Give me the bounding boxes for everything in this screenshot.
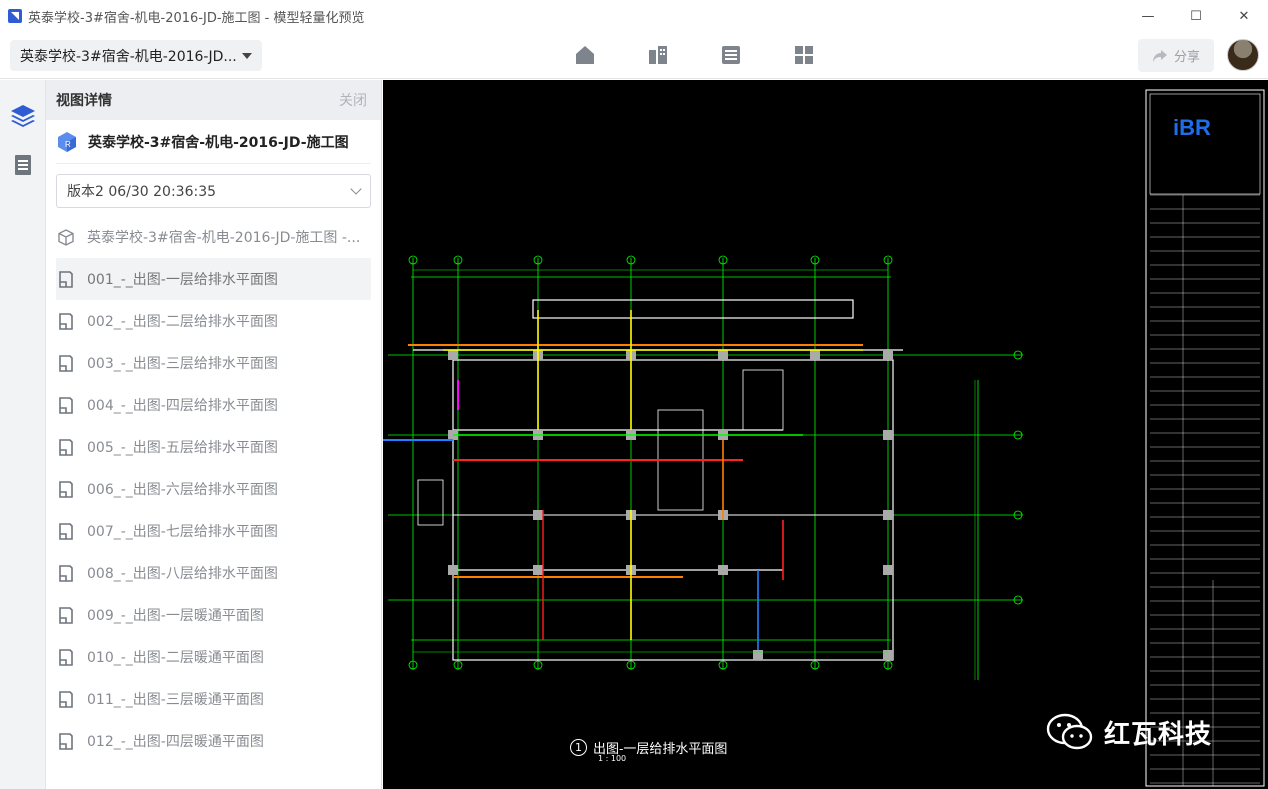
list-item-label: 003_-_出图-三层给排水平面图 (87, 356, 278, 372)
chevron-down-icon (350, 183, 362, 195)
layers-button[interactable] (0, 94, 46, 136)
share-button[interactable]: 分享 (1138, 39, 1214, 72)
drawing-icon (59, 690, 73, 708)
list-item-label: 004_-_出图-四层给排水平面图 (87, 398, 278, 414)
list-item[interactable]: 006_-_出图-六层给排水平面图 (56, 468, 371, 510)
list-item[interactable]: 011_-_出图-三层暖通平面图 (56, 678, 371, 720)
drawing-icon (59, 732, 73, 750)
list-item-label: 001_-_出图-一层给排水平面图 (87, 272, 278, 288)
list-item[interactable]: 英泰学校-3#宿舍-机电-2016-JD-施工图 -... (56, 216, 371, 258)
cube-icon (58, 228, 74, 246)
left-rail (0, 80, 46, 789)
list-item-label: 010_-_出图-二层暖通平面图 (87, 650, 264, 666)
model-file-icon: R (58, 131, 76, 152)
share-label: 分享 (1173, 50, 1200, 65)
list-item-label: 009_-_出图-一层暖通平面图 (87, 608, 264, 624)
floor-plan-drawing[interactable]: iBR (383, 80, 1268, 789)
drawing-icon (59, 564, 73, 582)
list-item[interactable]: 010_-_出图-二层暖通平面图 (56, 636, 371, 678)
list-item[interactable]: 004_-_出图-四层给排水平面图 (56, 384, 371, 426)
drawing-icon (59, 606, 73, 624)
project-dropdown[interactable]: 英泰学校-3#宿舍-机电-2016-JD... (10, 40, 262, 71)
document-icon (15, 155, 31, 175)
model-name: 英泰学校-3#宿舍-机电-2016-JD-施工图 (88, 134, 349, 151)
title-bar: 英泰学校-3#宿舍-机电-2016-JD-施工图 - 模型轻量化预览 — ☐ ✕ (0, 0, 1268, 32)
list-item-label: 011_-_出图-三层暖通平面图 (87, 692, 264, 708)
close-window-button[interactable]: ✕ (1220, 0, 1268, 32)
wechat-icon (1046, 713, 1093, 750)
drawing-icon (59, 438, 73, 456)
drawing-icon (59, 396, 73, 414)
home-icon[interactable] (572, 42, 598, 68)
caret-down-icon (242, 52, 252, 59)
drawing-icon (59, 480, 73, 498)
list-item[interactable]: 008_-_出图-八层给排水平面图 (56, 552, 371, 594)
grid-icon[interactable] (791, 42, 817, 68)
cad-viewer[interactable]: iBR (383, 80, 1268, 789)
drawing-icon (59, 648, 73, 666)
drawing-title-block: 1 出图-一层给排水平面图 (570, 738, 727, 757)
drawing-icon (59, 312, 73, 330)
list-item-label: 008_-_出图-八层给排水平面图 (87, 566, 278, 582)
panel-header: 视图详情 关闭 (46, 80, 381, 120)
drawing-number: 1 (570, 739, 587, 756)
document-button[interactable] (0, 144, 46, 186)
view-details-panel: 视图详情 关闭 R 英泰学校-3#宿舍-机电-2016-JD-施工图 版本2 0… (46, 80, 382, 789)
list-item[interactable]: 009_-_出图-一层暖通平面图 (56, 594, 371, 636)
window-controls: — ☐ ✕ (1124, 0, 1268, 32)
list-item-label: 英泰学校-3#宿舍-机电-2016-JD-施工图 -... (87, 230, 361, 246)
drawing-icon (59, 354, 73, 372)
svg-text:iBR: iBR (1173, 115, 1211, 140)
app-logo-icon (8, 9, 22, 23)
building-icon[interactable] (645, 42, 671, 68)
list-item-label: 012_-_出图-四层暖通平面图 (87, 734, 264, 750)
version-dropdown[interactable]: 版本2 06/30 20:36:35 (56, 174, 371, 208)
list-item[interactable]: 003_-_出图-三层给排水平面图 (56, 342, 371, 384)
watermark: 红瓦科技 (1046, 712, 1212, 752)
list-item[interactable]: 001_-_出图-一层给排水平面图 (56, 258, 371, 300)
window-title: 英泰学校-3#宿舍-机电-2016-JD-施工图 - 模型轻量化预览 (28, 10, 365, 26)
minimize-button[interactable]: — (1124, 0, 1172, 32)
view-mode-icons (572, 42, 864, 68)
svg-text:R: R (65, 140, 71, 149)
list-item-label: 007_-_出图-七层给排水平面图 (87, 524, 278, 540)
panel-close-button[interactable]: 关闭 (339, 90, 367, 110)
model-header: R 英泰学校-3#宿舍-机电-2016-JD-施工图 (56, 120, 371, 164)
list-item-label: 006_-_出图-六层给排水平面图 (87, 482, 278, 498)
list-item[interactable]: 012_-_出图-四层暖通平面图 (56, 720, 371, 762)
share-icon (1152, 49, 1167, 62)
panel-title: 视图详情 (56, 93, 112, 109)
layers-icon (11, 105, 35, 127)
view-list: 英泰学校-3#宿舍-机电-2016-JD-施工图 -... 001_-_出图-一层… (46, 216, 381, 762)
drawing-scale: 1 : 100 (598, 754, 627, 763)
list-item[interactable]: 005_-_出图-五层给排水平面图 (56, 426, 371, 468)
list-item[interactable]: 007_-_出图-七层给排水平面图 (56, 510, 371, 552)
list-item-label: 005_-_出图-五层给排水平面图 (87, 440, 278, 456)
maximize-button[interactable]: ☐ (1172, 0, 1220, 32)
avatar[interactable] (1227, 39, 1259, 71)
list-item[interactable]: 002_-_出图-二层给排水平面图 (56, 300, 371, 342)
drawing-icon (59, 270, 73, 288)
version-label: 版本2 06/30 20:36:35 (67, 184, 217, 200)
drawing-icon (59, 522, 73, 540)
project-dropdown-label: 英泰学校-3#宿舍-机电-2016-JD... (20, 48, 236, 65)
watermark-text: 红瓦科技 (1104, 719, 1213, 750)
list-item-label: 002_-_出图-二层给排水平面图 (87, 314, 278, 330)
list-icon[interactable] (718, 42, 744, 68)
top-toolbar: 英泰学校-3#宿舍-机电-2016-JD... 分享 (0, 32, 1268, 79)
